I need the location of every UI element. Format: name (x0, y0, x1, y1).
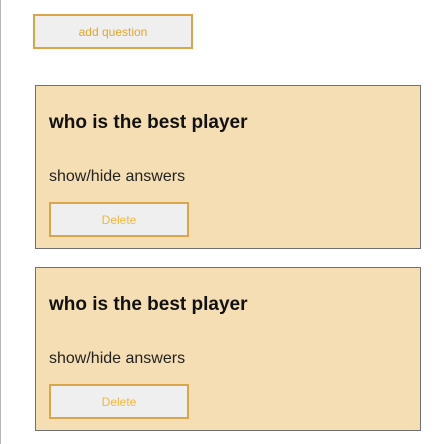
question-title: who is the best player (49, 294, 248, 315)
show-hide-answers-toggle[interactable]: show/hide answers (49, 168, 185, 186)
add-question-button[interactable]: add question (33, 14, 193, 49)
question-card: who is the best player show/hide answers… (35, 267, 421, 431)
page: add question who is the best player show… (0, 0, 441, 444)
delete-button[interactable]: Delete (49, 202, 189, 237)
delete-button[interactable]: Delete (49, 384, 189, 419)
question-card: who is the best player show/hide answers… (35, 85, 421, 249)
left-divider (0, 0, 1, 444)
question-title: who is the best player (49, 112, 248, 133)
show-hide-answers-toggle[interactable]: show/hide answers (49, 350, 185, 368)
